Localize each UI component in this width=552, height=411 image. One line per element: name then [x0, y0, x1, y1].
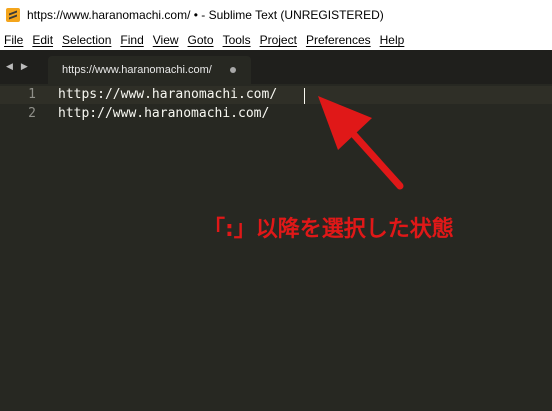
annotation-label: 「:」以降を選択した状態 — [203, 217, 454, 242]
annotation-arrow-icon — [318, 96, 404, 190]
